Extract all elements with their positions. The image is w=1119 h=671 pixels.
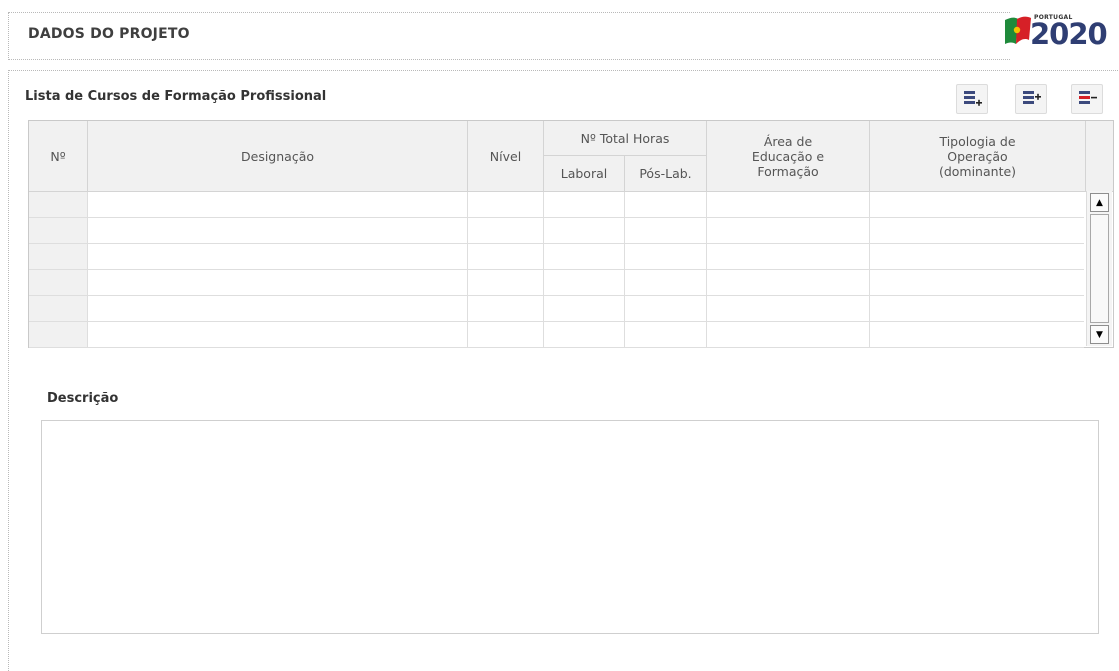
- logo-year: 2020: [1030, 17, 1108, 51]
- cell-tipologia[interactable]: [870, 322, 1086, 347]
- cell-pos-laboral[interactable]: [625, 192, 707, 217]
- scroll-down-button[interactable]: ▼: [1090, 325, 1109, 344]
- flag-icon: [1005, 16, 1031, 44]
- cell-area[interactable]: [707, 218, 870, 243]
- cell-designacao[interactable]: [88, 218, 468, 243]
- cell-num: [29, 244, 88, 269]
- cell-pos-laboral[interactable]: [625, 244, 707, 269]
- cell-nivel[interactable]: [468, 322, 544, 347]
- insert-row-button[interactable]: [1015, 84, 1047, 114]
- cell-laboral[interactable]: [544, 296, 625, 321]
- column-header-designacao: Designação: [88, 121, 468, 192]
- cell-pos-laboral[interactable]: [625, 322, 707, 347]
- cell-pos-laboral[interactable]: [625, 270, 707, 295]
- cell-area[interactable]: [707, 296, 870, 321]
- cell-laboral[interactable]: [544, 322, 625, 347]
- table-row[interactable]: [29, 270, 1084, 296]
- cell-pos-laboral[interactable]: [625, 296, 707, 321]
- cell-designacao[interactable]: [88, 192, 468, 217]
- cell-nivel[interactable]: [468, 244, 544, 269]
- cell-pos-laboral[interactable]: [625, 218, 707, 243]
- cell-nivel[interactable]: [468, 270, 544, 295]
- cell-num: [29, 322, 88, 347]
- scroll-thumb[interactable]: [1090, 214, 1109, 323]
- cell-tipologia[interactable]: [870, 218, 1086, 243]
- table-row[interactable]: [29, 322, 1084, 348]
- scroll-up-button[interactable]: ▲: [1090, 193, 1109, 212]
- arrow-up-icon: ▲: [1096, 197, 1103, 208]
- cell-area[interactable]: [707, 244, 870, 269]
- cell-designacao[interactable]: [88, 244, 468, 269]
- section-title: DADOS DO PROJETO: [28, 26, 190, 42]
- cell-laboral[interactable]: [544, 218, 625, 243]
- column-header-spacer: [1086, 121, 1113, 192]
- section-header: DADOS DO PROJETO: [8, 12, 1010, 60]
- column-header-horas-group: Nº Total Horas: [544, 121, 707, 156]
- table-row[interactable]: [29, 218, 1084, 244]
- cell-tipologia[interactable]: [870, 270, 1086, 295]
- cell-laboral[interactable]: [544, 270, 625, 295]
- column-header-laboral: Laboral: [544, 156, 625, 192]
- cell-area[interactable]: [707, 322, 870, 347]
- cell-nivel[interactable]: [468, 218, 544, 243]
- cell-area[interactable]: [707, 270, 870, 295]
- cell-laboral[interactable]: [544, 192, 625, 217]
- descricao-textarea[interactable]: [41, 420, 1099, 634]
- cell-num: [29, 218, 88, 243]
- portugal-2020-logo: PORTUGAL 2020: [1003, 10, 1119, 51]
- delete-row-icon: [1079, 91, 1097, 104]
- arrow-down-icon: ▼: [1096, 329, 1103, 340]
- column-header-tipologia: Tipologia de Operação (dominante): [870, 121, 1086, 192]
- table-row[interactable]: [29, 296, 1084, 322]
- cell-tipologia[interactable]: [870, 296, 1086, 321]
- courses-table: Nº Designação Nível Nº Total Horas Labor…: [28, 120, 1114, 348]
- table-row[interactable]: [29, 244, 1084, 270]
- table-scrollbar[interactable]: ▲ ▼: [1086, 191, 1112, 346]
- cell-designacao[interactable]: [88, 270, 468, 295]
- list-title: Lista de Cursos de Formação Profissional: [25, 89, 327, 104]
- cell-nivel[interactable]: [468, 192, 544, 217]
- column-header-nivel: Nível: [468, 121, 544, 192]
- cell-laboral[interactable]: [544, 244, 625, 269]
- column-header-pos-laboral: Pós-Lab.: [625, 156, 707, 192]
- cell-tipologia[interactable]: [870, 192, 1086, 217]
- cell-num: [29, 296, 88, 321]
- cell-num: [29, 270, 88, 295]
- column-header-num: Nº: [29, 121, 88, 192]
- add-row-button[interactable]: [956, 84, 988, 114]
- cell-tipologia[interactable]: [870, 244, 1086, 269]
- cell-nivel[interactable]: [468, 296, 544, 321]
- delete-row-button[interactable]: [1071, 84, 1103, 114]
- cell-designacao[interactable]: [88, 296, 468, 321]
- descricao-label: Descrição: [47, 391, 119, 406]
- cell-designacao[interactable]: [88, 322, 468, 347]
- column-header-area: Área de Educação e Formação: [707, 121, 870, 192]
- insert-row-icon: [1023, 91, 1041, 104]
- cell-num: [29, 192, 88, 217]
- add-row-icon: [964, 91, 982, 106]
- table-row[interactable]: [29, 192, 1084, 218]
- cell-area[interactable]: [707, 192, 870, 217]
